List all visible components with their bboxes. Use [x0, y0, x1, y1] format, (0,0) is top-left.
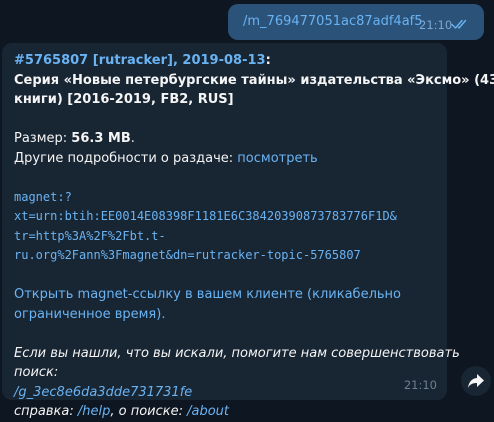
size-label: Размер: [14, 131, 72, 146]
incoming-message: #5765807 [rutracker], 2019-08-13: Серия … [2, 43, 494, 419]
details-label: Другие подробности о раздаче: [14, 150, 238, 166]
outgoing-message[interactable]: /m_769477051ac87adf4af5 21:10 [228, 4, 484, 40]
incoming-time: 21:10 [403, 378, 437, 392]
about-label: , о поиске: [110, 404, 188, 419]
help-link[interactable]: /help [78, 404, 110, 419]
about-link[interactable]: /about [187, 404, 229, 419]
magnet-line-3[interactable]: tr=http%3A%2F%2Fbt.t- [14, 227, 440, 247]
details-link[interactable]: посмотреть [237, 151, 317, 166]
share-arrow-icon [468, 374, 484, 388]
outgoing-time: 21:10 [419, 18, 453, 32]
magnet-line-4[interactable]: ru.org%2Fann%3Fmagnet&dn=rutracker-topic… [14, 246, 440, 266]
magnet-line-1[interactable]: magnet:? [14, 188, 440, 208]
size-value: 56.3 MB [71, 131, 131, 146]
details-row: Другие подробности о раздаче: посмотреть [14, 149, 440, 169]
feedback-line-1: Если вы нашли, что вы искали, помогите н… [14, 345, 460, 361]
feedback-command-link[interactable]: /g_3ec8e6da3dde731731fe [14, 383, 440, 403]
size-row: Размер: 56.3 MB. [14, 131, 135, 146]
source-link[interactable]: [rutracker] [93, 53, 173, 68]
date-link[interactable]: 2019-08-13 [182, 53, 265, 68]
topic-id-link[interactable]: #5765807 [14, 53, 88, 68]
title-line-2: книги) [2016-2019, FB2, RUS] [14, 92, 234, 107]
double-check-icon [451, 19, 467, 29]
open-magnet-link-1[interactable]: Открыть magnet-ссылку в вашем клиенте (к… [14, 285, 440, 305]
outgoing-command-link[interactable]: /m_769477051ac87adf4af5 [243, 14, 423, 29]
magnet-line-2[interactable]: xt=urn:btih:EE0014E08398F1181E6C38420390… [14, 207, 440, 227]
help-label: справка: [14, 404, 78, 419]
open-magnet-link-2[interactable]: ограниченное время). [14, 305, 440, 325]
feedback-line-2: поиск: [14, 365, 59, 380]
message-header: #5765807 [rutracker], 2019-08-13: [14, 53, 271, 68]
title-line-1: Серия «Новые петербургские тайны» издате… [14, 72, 494, 88]
magnet-link[interactable]: magnet:? xt=urn:btih:EE0014E08398F1181E6… [14, 188, 440, 266]
share-button[interactable] [461, 366, 491, 396]
